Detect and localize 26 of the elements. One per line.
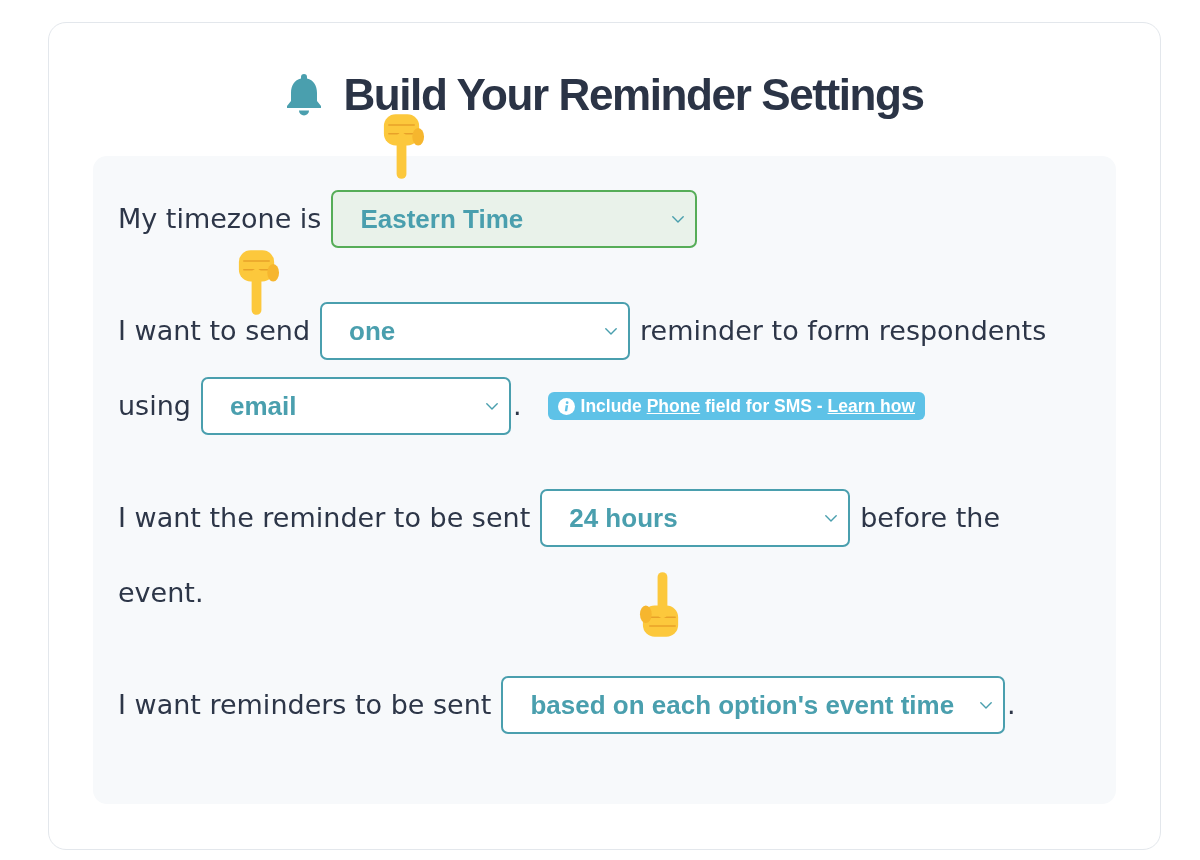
bell-icon — [285, 74, 324, 116]
sentence-text: event. — [118, 576, 204, 610]
page-title: Build Your Reminder Settings — [343, 69, 924, 121]
chevron-down-icon — [980, 701, 993, 709]
info-icon — [557, 397, 575, 415]
chevron-down-icon — [605, 327, 618, 335]
sentence-text: . — [1007, 688, 1016, 722]
dropdown[interactable]: based on each option's event time — [501, 676, 1006, 734]
dropdown[interactable]: email — [200, 377, 511, 435]
chevron-down-icon — [672, 215, 685, 223]
hint-link[interactable]: Learn how — [827, 395, 916, 416]
dropdown[interactable]: Eastern Time — [331, 190, 698, 248]
sentence-text: I want reminders to be sent — [118, 688, 492, 722]
hint-link[interactable]: Phone — [646, 395, 701, 416]
sentence-text: reminder to form respondents — [640, 314, 1047, 348]
chevron-down-icon — [825, 514, 838, 522]
sentence-text: I want the reminder to be sent — [118, 501, 531, 535]
sentence-text: using — [118, 389, 191, 423]
sentence-text: before the — [860, 501, 1000, 535]
sentence-text: My timezone is — [118, 202, 322, 236]
sentence-text: I want to send — [118, 314, 311, 348]
chevron-down-icon — [485, 402, 498, 410]
dropdown[interactable]: one — [320, 302, 631, 360]
hint-text: Include Phone field for SMS - Learn how — [580, 395, 916, 417]
dropdown[interactable]: 24 hours — [540, 489, 851, 547]
sentence-text: . — [512, 389, 522, 423]
